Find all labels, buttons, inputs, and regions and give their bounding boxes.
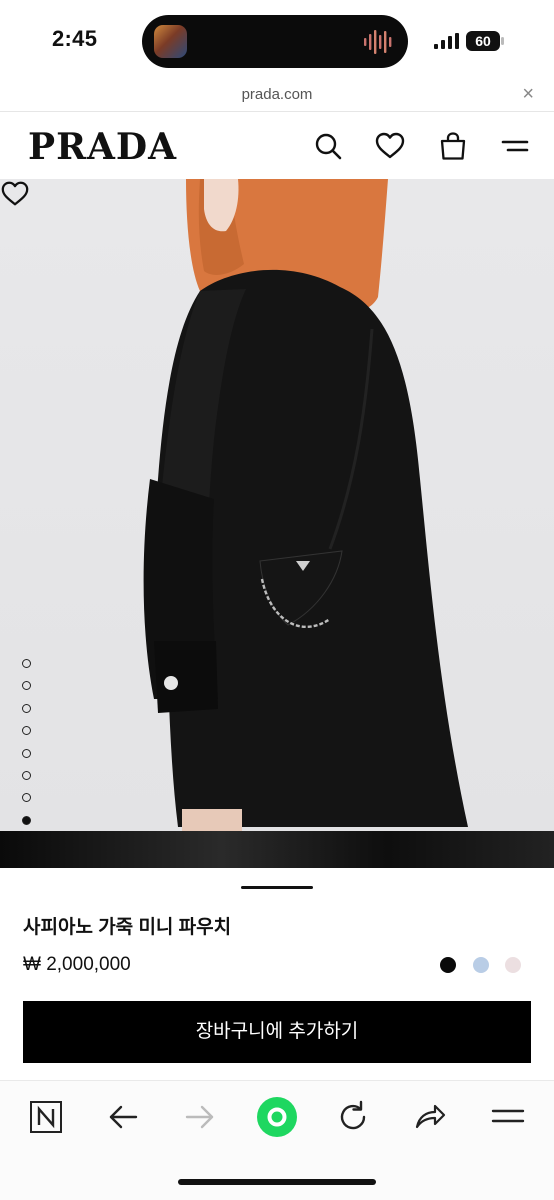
cellular-signal-icon [434, 33, 459, 49]
gallery-dot[interactable] [22, 703, 31, 713]
forward-arrow-icon[interactable] [180, 1097, 220, 1137]
color-swatches [428, 957, 521, 974]
shopping-bag-icon[interactable] [437, 130, 469, 162]
menu-icon[interactable] [499, 130, 531, 162]
battery-icon: 60 [466, 31, 504, 51]
heart-icon[interactable] [374, 130, 406, 162]
site-header: PRADA [0, 112, 554, 179]
gallery-dot[interactable] [22, 726, 31, 736]
gallery-dot[interactable] [22, 793, 31, 803]
sheet-drag-handle[interactable] [241, 886, 313, 889]
gallery-pagination [22, 659, 34, 831]
wishlist-heart-icon[interactable] [0, 179, 30, 209]
gallery-dot-active[interactable] [22, 815, 31, 825]
naver-n-icon[interactable] [26, 1097, 66, 1137]
reload-icon[interactable] [333, 1097, 373, 1137]
prada-logo[interactable]: PRADA [28, 126, 177, 168]
url-text[interactable]: prada.com [0, 86, 554, 103]
product-price: ₩ 2,000,000 [23, 954, 131, 975]
url-bar[interactable]: prada.com × [0, 82, 554, 112]
search-icon[interactable] [312, 130, 344, 162]
product-image-gallery[interactable] [0, 179, 554, 831]
status-time: 2:45 [52, 26, 98, 51]
status-bar: 2:45 60 [0, 0, 554, 82]
home-dot-icon[interactable] [256, 1096, 298, 1138]
dynamic-island[interactable] [142, 15, 408, 68]
gallery-dot[interactable] [22, 770, 31, 780]
menu-icon[interactable] [488, 1097, 528, 1137]
product-info-sheet: 사피아노 가죽 미니 파우치 ₩ 2,000,000 장바구니에 추가하기 [0, 868, 554, 1080]
product-name: 사피아노 가죽 미니 파우치 [23, 917, 232, 938]
share-icon[interactable] [410, 1097, 450, 1137]
audio-wave-icon [364, 30, 392, 54]
now-playing-thumb-icon[interactable] [154, 25, 187, 58]
back-arrow-icon[interactable] [103, 1097, 143, 1137]
color-swatch-pink[interactable] [505, 957, 521, 973]
color-swatch-light-blue[interactable] [472, 957, 489, 973]
color-swatch-black[interactable] [440, 957, 457, 973]
close-icon[interactable]: × [522, 84, 534, 104]
add-to-cart-button[interactable]: 장바구니에 추가하기 [23, 1001, 531, 1063]
product-photo [143, 179, 468, 831]
battery-level: 60 [466, 31, 500, 51]
home-indicator[interactable] [178, 1179, 376, 1185]
gallery-dot[interactable] [22, 659, 31, 668]
gallery-dot[interactable] [22, 748, 31, 758]
gallery-dot[interactable] [22, 681, 31, 691]
next-image-preview[interactable] [0, 831, 554, 868]
